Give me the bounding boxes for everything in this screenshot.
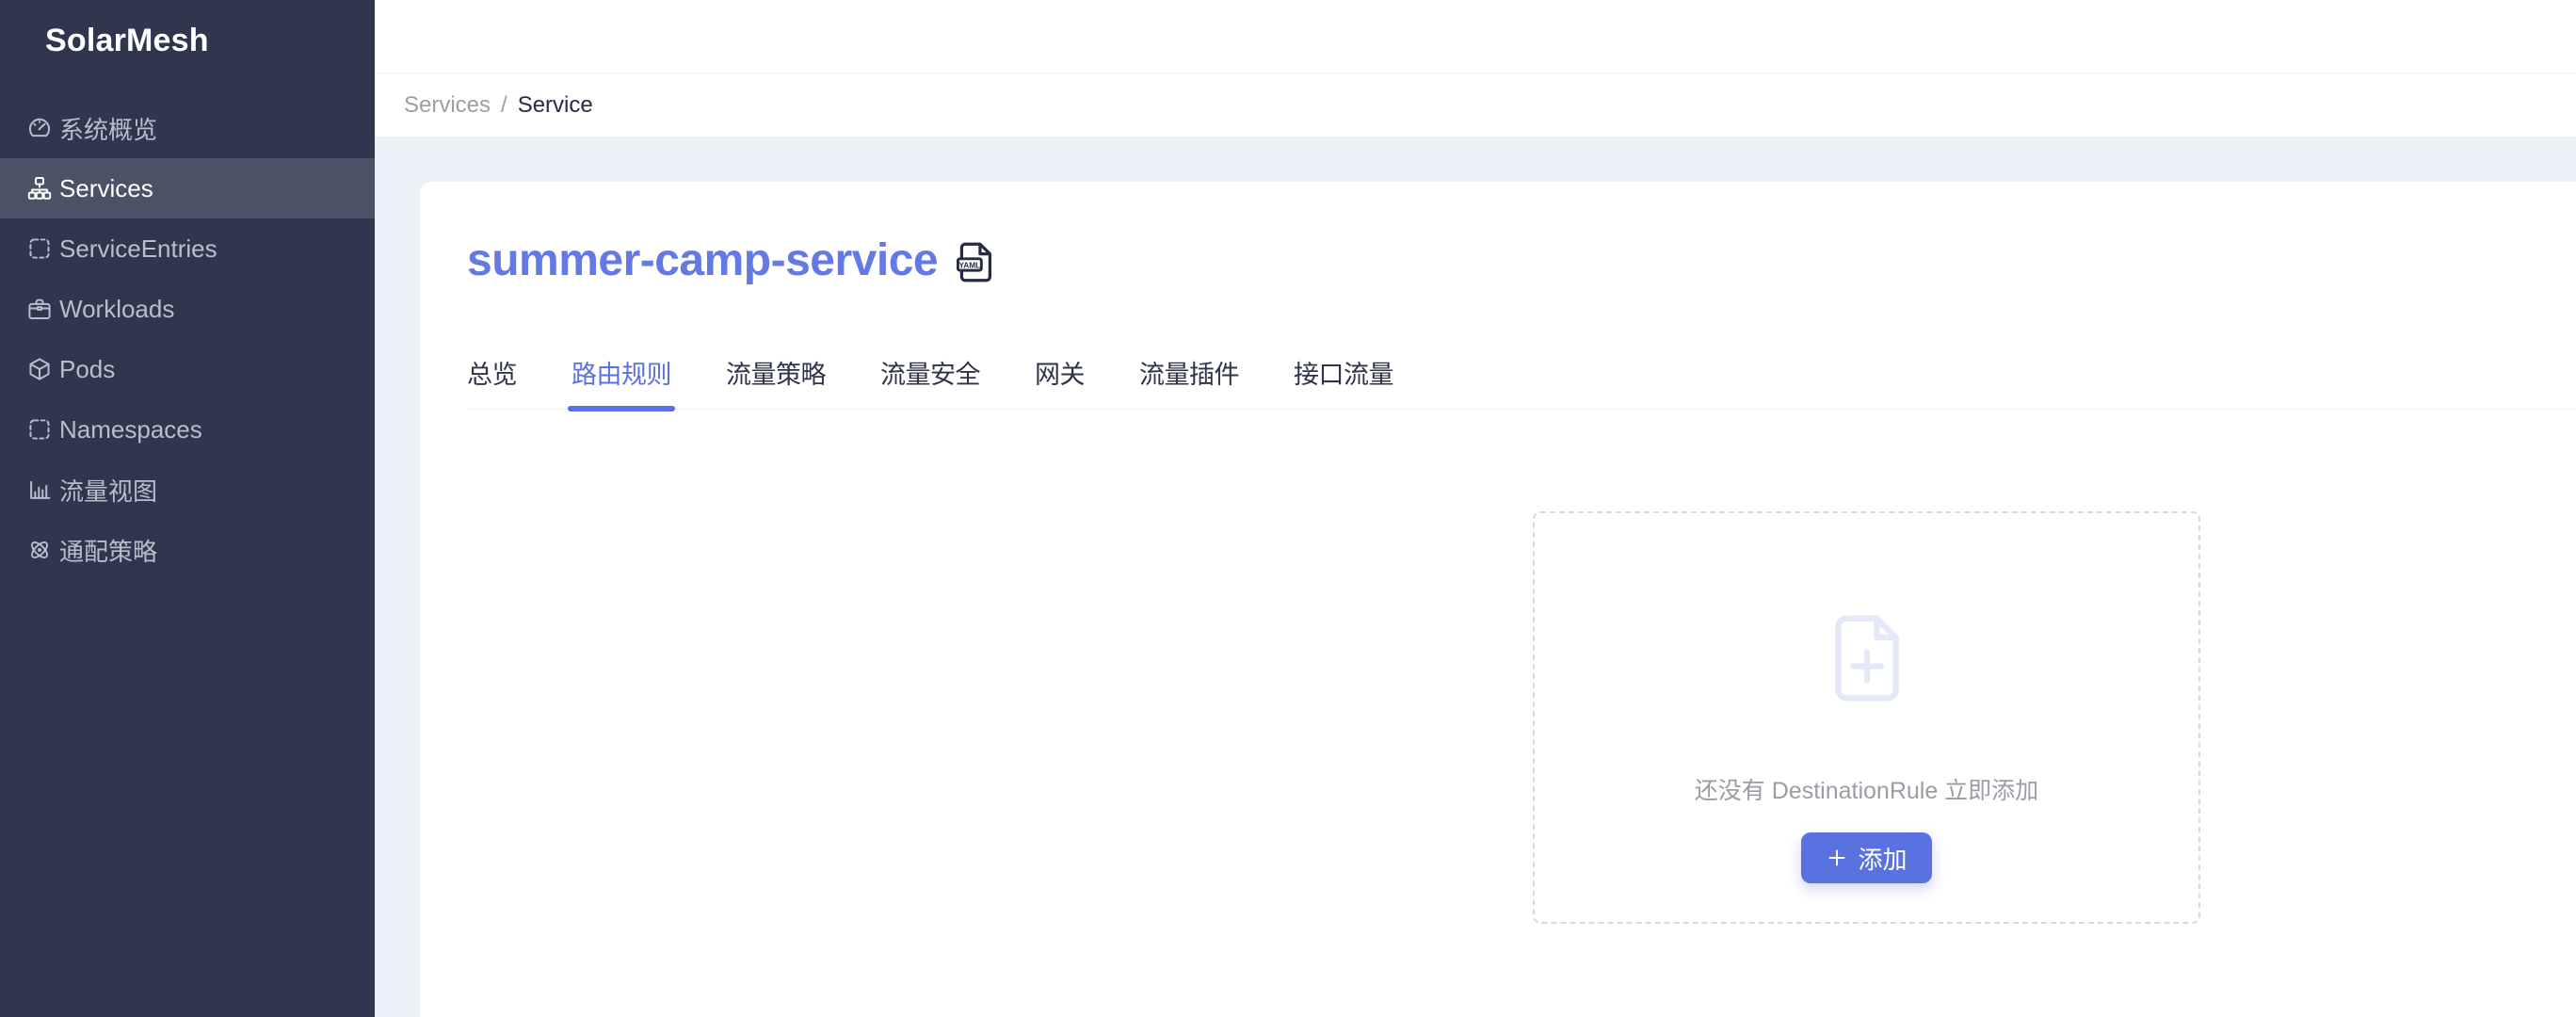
sidebar-item-label: 通配策略 — [59, 537, 158, 566]
dashed-square-icon — [25, 234, 54, 263]
breadcrumb-parent[interactable]: Services — [404, 92, 491, 119]
sidebar-item-label: Workloads — [59, 294, 175, 323]
sidebar-item[interactable]: Pods — [0, 339, 375, 399]
file-plus-icon — [1816, 607, 1918, 714]
sidebar-item-label: ServiceEntries — [59, 234, 217, 263]
tab[interactable]: 网关 — [1035, 354, 1086, 409]
sidebar-item-label: 流量视图 — [59, 476, 158, 506]
service-detail-card: summer-camp-service YAML 总览 路由规则 流量策略 流量… — [420, 182, 2576, 1017]
tab[interactable]: 路由规则 — [568, 354, 675, 412]
sidebar-item[interactable]: ServiceEntries — [0, 218, 375, 279]
service-tabs: 总览 路由规则 流量策略 流量安全 网关 流量插件 接口流量 — [467, 354, 2576, 412]
atom-icon — [25, 536, 54, 564]
bar-chart-icon — [25, 476, 54, 504]
sidebar-item-label: Namespaces — [59, 414, 202, 444]
gauge-icon — [25, 114, 54, 142]
top-bar — [375, 0, 2576, 73]
yaml-file-icon[interactable]: YAML — [957, 240, 994, 284]
briefcase-icon — [25, 295, 54, 323]
sidebar-item[interactable]: Namespaces — [0, 399, 375, 460]
sidebar-item[interactable]: 系统概览 — [0, 98, 375, 158]
sidebar-item[interactable]: Services — [0, 158, 375, 218]
tab[interactable]: 接口流量 — [1294, 354, 1394, 409]
cube-icon — [25, 355, 54, 383]
add-button-label: 添加 — [1858, 845, 1908, 874]
app-logo: SolarMesh — [45, 23, 209, 58]
add-destination-rule-button[interactable]: 添加 — [1801, 832, 1932, 883]
page-title: summer-camp-service — [467, 235, 939, 285]
content-area: summer-camp-service YAML 总览 路由规则 流量策略 流量… — [375, 137, 2576, 1017]
breadcrumb-separator: / — [501, 91, 507, 118]
sidebar-menu: 系统概览 Services ServiceEntries Workloads P… — [0, 98, 375, 580]
sidebar-item-label: Services — [59, 173, 153, 202]
sidebar: SolarMesh 系统概览 Services ServiceEntries W… — [0, 0, 375, 1017]
tab[interactable]: 流量插件 — [1139, 354, 1240, 409]
main-area: Services / Service summer-camp-service Y… — [375, 0, 2576, 1017]
tab[interactable]: 流量安全 — [880, 354, 981, 409]
sitemap-icon — [25, 174, 54, 202]
sidebar-item[interactable]: Workloads — [0, 279, 375, 339]
destination-rule-empty-state: 还没有 DestinationRule 立即添加 添加 — [1533, 511, 2200, 924]
sidebar-item[interactable]: 通配策略 — [0, 520, 375, 580]
plus-icon — [1826, 847, 1848, 869]
tab[interactable]: 总览 — [467, 354, 518, 409]
service-title-row: summer-camp-service YAML — [467, 234, 2576, 286]
breadcrumb-current: Service — [517, 91, 593, 118]
empty-state-message: 还没有 DestinationRule 立即添加 — [1694, 778, 2039, 804]
tab[interactable]: 流量策略 — [726, 354, 827, 409]
dashed-square-icon — [25, 415, 54, 444]
app-window: SolarMesh 系统概览 Services ServiceEntries W… — [0, 0, 2576, 1017]
svg-text:YAML: YAML — [959, 261, 981, 270]
sidebar-item-label: Pods — [59, 354, 116, 383]
sidebar-item-label: 系统概览 — [59, 115, 158, 144]
sidebar-item[interactable]: 流量视图 — [0, 460, 375, 520]
breadcrumb: Services / Service — [375, 73, 2576, 137]
